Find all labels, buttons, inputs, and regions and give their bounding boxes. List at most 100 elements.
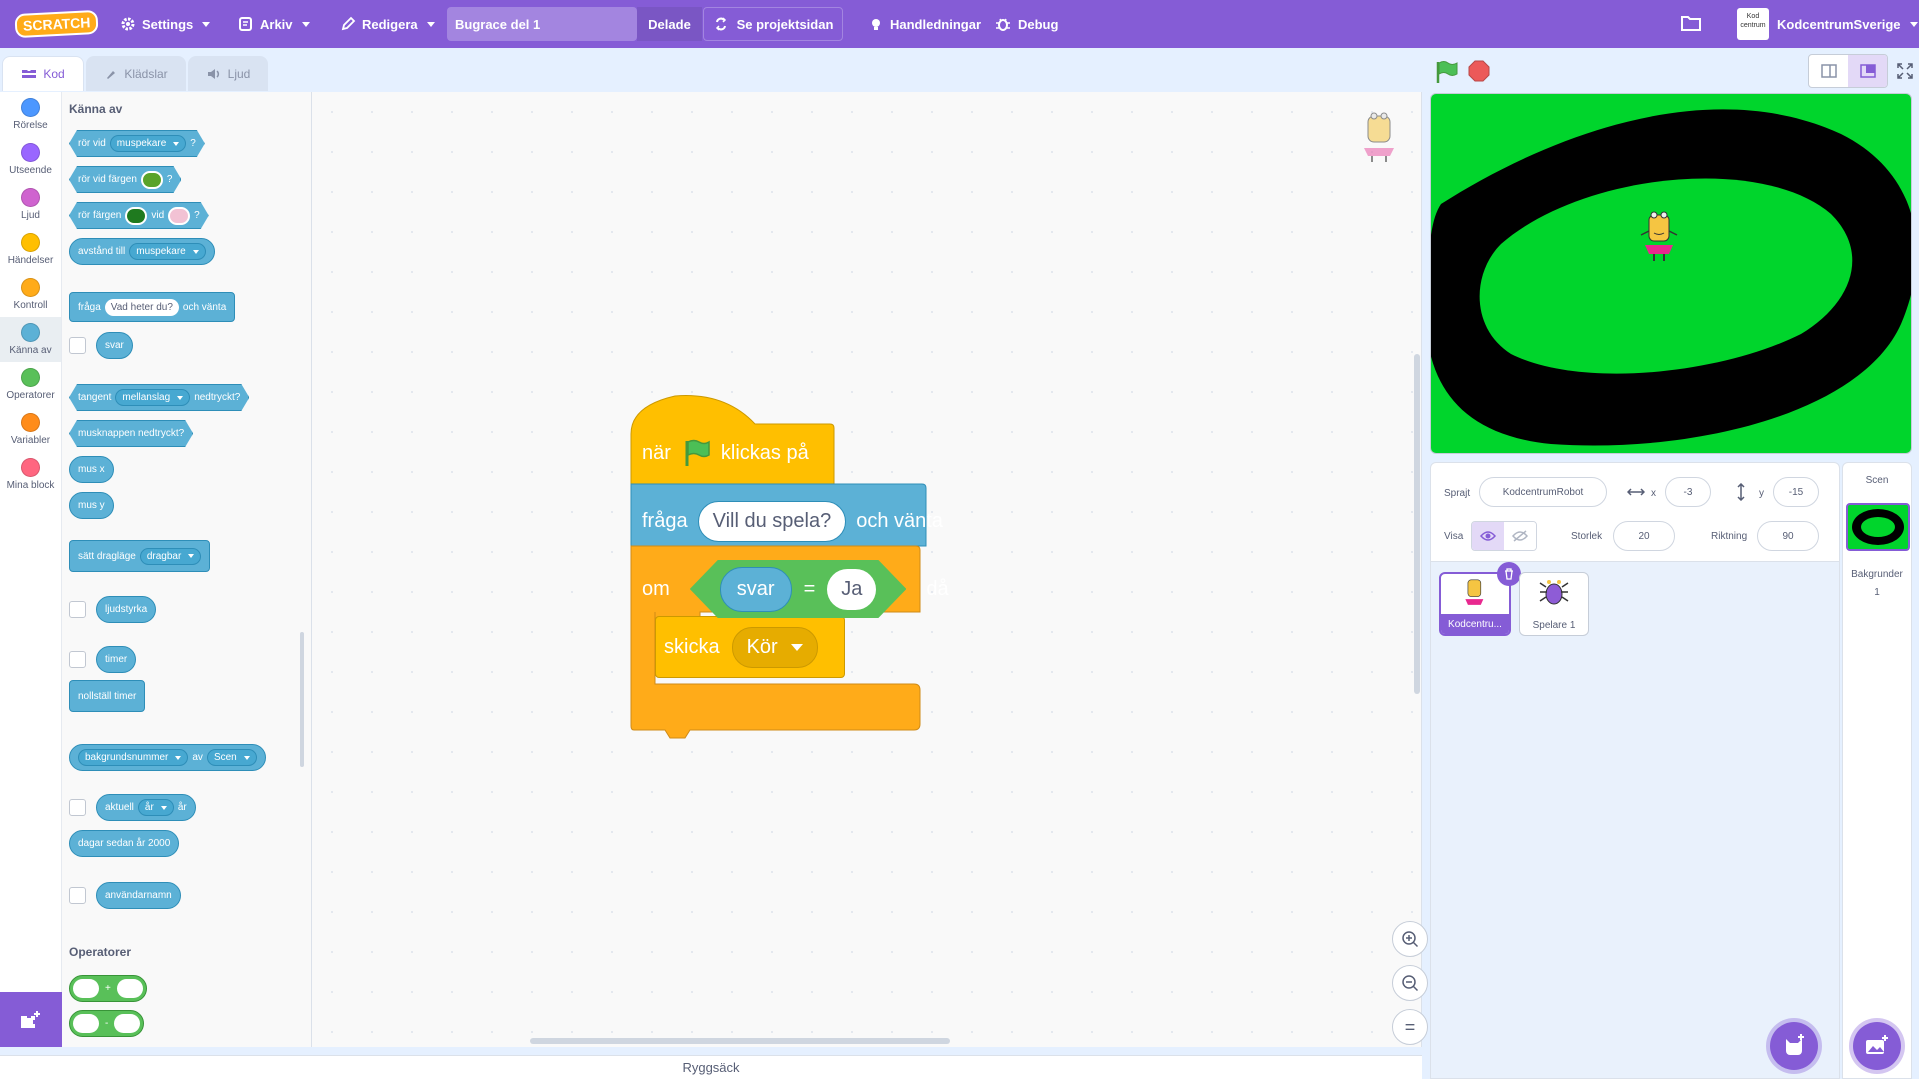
hide-button[interactable] xyxy=(1504,522,1536,550)
script-hat-when-flag-clicked[interactable]: när klickas på xyxy=(642,438,809,468)
stage-canvas[interactable] xyxy=(1430,93,1912,454)
delete-sprite-button[interactable] xyxy=(1497,562,1521,586)
equals-operator-block[interactable]: svar = Ja xyxy=(690,560,907,618)
answer-reporter[interactable]: svar xyxy=(720,567,792,612)
block-set-drag-mode[interactable]: sätt dragläge dragbar xyxy=(69,540,211,572)
category-looks[interactable]: Utseende xyxy=(0,137,61,182)
script-workspace[interactable]: skicka Kör när klickas på fråga Vill du … xyxy=(312,92,1428,1047)
block-touching-color[interactable]: rör vid färgen ? xyxy=(69,166,181,193)
operand-input[interactable] xyxy=(114,1014,141,1033)
block-key-pressed[interactable]: tangent mellanslag nedtryckt? xyxy=(69,384,249,411)
add-extension-button[interactable] xyxy=(0,992,62,1047)
object-dropdown[interactable]: Scen xyxy=(206,749,257,766)
category-events[interactable]: Händelser xyxy=(0,227,61,272)
normal-stage-button[interactable] xyxy=(1848,55,1887,87)
answer-checkbox[interactable] xyxy=(69,337,86,354)
category-motion[interactable]: Rörelse xyxy=(0,92,61,137)
block-answer[interactable]: svar xyxy=(96,332,133,359)
category-variables[interactable]: Variabler xyxy=(0,407,61,452)
zoom-reset-button[interactable]: = xyxy=(1392,1009,1428,1045)
block-current[interactable]: aktuell år år xyxy=(96,794,196,821)
project-title-input[interactable]: Bugrace del 1 xyxy=(447,7,637,41)
touching-dropdown[interactable]: muspekare xyxy=(110,135,186,152)
see-project-page-button[interactable]: Se projektsidan xyxy=(703,7,843,41)
shared-button[interactable]: Delade xyxy=(637,7,702,41)
y-input[interactable]: -15 xyxy=(1773,477,1819,507)
operand-input[interactable] xyxy=(73,979,99,998)
file-menu[interactable]: Arkiv xyxy=(228,0,320,48)
block-reset-timer[interactable]: nollställ timer xyxy=(69,680,146,712)
choose-sprite-button[interactable] xyxy=(1770,1022,1818,1070)
username-checkbox[interactable] xyxy=(69,887,86,904)
block-ask-and-wait[interactable]: fråga Vad heter du? och vänta xyxy=(69,292,236,322)
show-button[interactable] xyxy=(1472,522,1504,550)
block-loudness[interactable]: ljudstyrka xyxy=(96,596,157,623)
color-swatch[interactable] xyxy=(141,171,163,189)
fullscreen-button[interactable] xyxy=(1892,54,1918,88)
loudness-checkbox[interactable] xyxy=(69,601,86,618)
backpack[interactable]: Ryggsäck xyxy=(0,1055,1422,1079)
workspace-horizontal-scrollbar[interactable] xyxy=(530,1038,950,1044)
compare-value-input[interactable]: Ja xyxy=(827,569,876,610)
key-dropdown[interactable]: mellanslag xyxy=(115,389,190,406)
green-flag-button[interactable] xyxy=(1434,60,1458,84)
block-mouse-y[interactable]: mus y xyxy=(69,492,114,519)
script-broadcast-block[interactable]: skicka Kör xyxy=(655,616,845,678)
ask-input[interactable]: Vad heter du? xyxy=(104,298,179,316)
block-color-touching-color[interactable]: rör färgen vid ? xyxy=(69,202,209,229)
timer-checkbox[interactable] xyxy=(69,651,86,668)
debug-button[interactable]: Debug xyxy=(984,0,1068,48)
workspace-vertical-scrollbar[interactable] xyxy=(1414,354,1420,694)
script-if-then[interactable]: om svar = Ja då xyxy=(642,560,949,618)
current-dropdown[interactable]: år xyxy=(137,799,174,816)
category-sound[interactable]: Ljud xyxy=(0,182,61,227)
stop-button[interactable] xyxy=(1468,60,1490,82)
small-stage-button[interactable] xyxy=(1809,55,1848,87)
operand-input[interactable] xyxy=(73,1014,99,1033)
account-menu[interactable]: KodcentrumSverige xyxy=(1767,0,1919,48)
block-backdrop-of[interactable]: bakgrundsnummer av Scen xyxy=(69,744,266,771)
edit-menu[interactable]: Redigera xyxy=(330,0,445,48)
category-sensing[interactable]: Känna av xyxy=(0,317,61,362)
drag-mode-dropdown[interactable]: dragbar xyxy=(139,547,202,565)
avatar[interactable]: Kod centrum xyxy=(1737,8,1769,40)
broadcast-dropdown[interactable]: Kör xyxy=(731,626,818,668)
block-mouse-down[interactable]: musknappen nedtryckt? xyxy=(69,420,193,447)
operand-input[interactable] xyxy=(116,979,143,998)
current-checkbox[interactable] xyxy=(69,799,86,816)
block-mouse-x[interactable]: mus x xyxy=(69,456,114,483)
tab-costumes[interactable]: Klädslar xyxy=(86,56,186,91)
block-timer[interactable]: timer xyxy=(96,646,137,673)
direction-input[interactable]: 90 xyxy=(1757,521,1819,551)
sprite-tile-spelare-1[interactable]: Spelare 1 xyxy=(1519,572,1589,636)
distance-dropdown[interactable]: muspekare xyxy=(129,243,206,260)
tutorials-button[interactable]: Handledningar xyxy=(858,0,991,48)
attribute-dropdown[interactable]: bakgrundsnummer xyxy=(78,749,189,766)
sprite-name-input[interactable]: KodcentrumRobot xyxy=(1479,477,1607,507)
block-username[interactable]: användarnamn xyxy=(96,882,181,909)
color-swatch[interactable] xyxy=(168,207,190,225)
category-my-blocks[interactable]: Mina block xyxy=(0,452,61,497)
block-add[interactable]: + xyxy=(69,975,147,1002)
block-days-since-2000[interactable]: dagar sedan år 2000 xyxy=(69,830,180,857)
scratch-logo[interactable]: SCRATCH xyxy=(0,0,99,48)
folder-icon[interactable] xyxy=(1680,14,1702,32)
zoom-in-button[interactable] xyxy=(1392,921,1428,957)
size-input[interactable]: 20 xyxy=(1613,521,1675,551)
palette-scrollbar[interactable] xyxy=(300,632,304,767)
settings-menu[interactable]: Settings xyxy=(110,0,220,48)
ask-text-input[interactable]: Vill du spela? xyxy=(697,501,847,542)
backdrop-thumbnail[interactable] xyxy=(1846,503,1910,551)
color-swatch[interactable] xyxy=(125,207,147,225)
zoom-out-button[interactable] xyxy=(1392,965,1428,1001)
script-ask-and-wait[interactable]: fråga Vill du spela? och vänta xyxy=(642,501,943,542)
block-touching[interactable]: rör vid muspekare ? xyxy=(69,130,205,157)
tab-sounds[interactable]: Ljud xyxy=(188,56,268,91)
block-distance-to[interactable]: avstånd till muspekare xyxy=(69,238,215,265)
kodcentrum-robot-sprite[interactable] xyxy=(1636,209,1684,265)
category-operators[interactable]: Operatorer xyxy=(0,362,61,407)
block-subtract[interactable]: - xyxy=(69,1010,145,1037)
category-control[interactable]: Kontroll xyxy=(0,272,61,317)
x-input[interactable]: -3 xyxy=(1665,477,1711,507)
tab-code[interactable]: Kod xyxy=(2,56,84,91)
